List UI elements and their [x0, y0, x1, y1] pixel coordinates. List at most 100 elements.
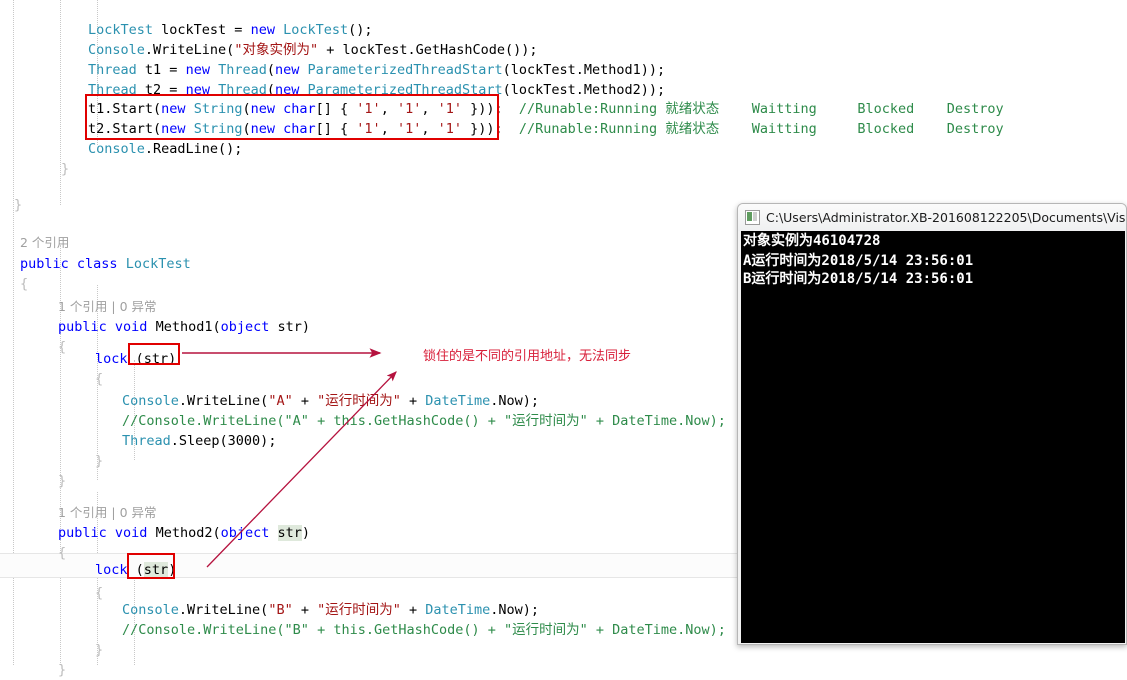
code-token: new — [161, 121, 186, 137]
code-token: void — [114, 525, 148, 541]
code-line[interactable]: } — [95, 451, 103, 471]
code-line[interactable]: Console.WriteLine("B" + "运行时间为" + DateTi… — [122, 600, 539, 620]
console-window[interactable]: C:\Users\Administrator.XB-201608122205\D… — [737, 203, 1127, 645]
code-token: LockTest — [283, 22, 349, 38]
code-token: lock — [95, 562, 128, 578]
code-token: new — [250, 22, 275, 38]
code-line[interactable]: { — [95, 369, 103, 389]
code-line[interactable]: } — [58, 660, 66, 680]
code-token: "运行时间为" — [317, 393, 401, 409]
code-token: + — [292, 393, 318, 409]
code-token: 1 个引用 | 0 异常 — [58, 505, 157, 520]
code-token: .Sleep(3000); — [170, 433, 277, 449]
code-line[interactable]: { — [58, 543, 66, 563]
code-token: Console — [88, 141, 145, 157]
code-token: Thread — [218, 82, 267, 98]
code-line[interactable]: { — [58, 337, 66, 357]
code-line[interactable]: } — [95, 640, 103, 660]
code-token: Thread — [88, 62, 137, 78]
code-token: class — [76, 256, 118, 272]
code-token: new — [161, 101, 186, 117]
code-line[interactable]: Console.WriteLine("对象实例为" + lockTest.Get… — [88, 40, 538, 60]
code-token: DateTime — [425, 602, 491, 618]
code-token: + — [400, 602, 426, 618]
code-token: //Console.WriteLine("A" + this.GetHashCo… — [122, 413, 726, 429]
code-token: Console — [122, 393, 179, 409]
code-line[interactable]: } — [14, 195, 22, 215]
code-line[interactable]: Thread.Sleep(3000); — [122, 431, 276, 451]
code-token: + — [292, 602, 318, 618]
code-token: //Runable:Running 就绪状态 Waitting Blocked … — [518, 121, 1004, 137]
code-token: new — [185, 82, 210, 98]
code-token: [] { — [315, 101, 357, 117]
code-line[interactable]: t1.Start(new String(new char[] { '1', '1… — [88, 99, 1004, 119]
code-token: char — [283, 101, 316, 117]
code-token: '1' — [396, 121, 422, 137]
code-line[interactable]: { — [95, 583, 103, 603]
annotation-label: 锁住的是不同的引用地址，无法同步 — [423, 349, 632, 364]
code-token: new — [275, 62, 300, 78]
code-token: (lockTest.Method2)); — [502, 82, 666, 98]
code-token: (lockTest.Method1)); — [502, 62, 666, 78]
code-line[interactable]: { — [20, 274, 28, 294]
code-token: '1' — [356, 101, 381, 117]
code-token: DateTime — [425, 393, 491, 409]
code-token: new — [185, 62, 210, 78]
code-line[interactable]: //Console.WriteLine("A" + this.GetHashCo… — [122, 411, 726, 431]
code-token: Thread — [122, 433, 171, 449]
code-line[interactable]: 2 个引用 — [20, 233, 69, 253]
code-token: '1' — [356, 121, 381, 137]
code-token: , — [380, 121, 397, 137]
code-token: t2 = — [136, 82, 186, 98]
code-token: (str) — [135, 351, 177, 367]
code-token: 2 个引用 — [20, 235, 70, 250]
code-line[interactable]: lock (str) — [95, 560, 176, 580]
code-token: 1 个引用 | 0 异常 — [58, 299, 157, 314]
code-token: .ReadLine(); — [144, 141, 243, 157]
code-token: //Console.WriteLine("B" + this.GetHashCo… — [122, 622, 726, 638]
console-title-bar[interactable]: C:\Users\Administrator.XB-201608122205\D… — [738, 204, 1126, 231]
code-token: "运行时间为" — [317, 602, 401, 618]
code-line[interactable]: public void Method1(object str) — [58, 317, 310, 337]
console-title-text: C:\Users\Administrator.XB-201608122205\D… — [766, 210, 1126, 225]
code-line[interactable]: 1 个引用 | 0 异常 — [58, 297, 157, 317]
code-line[interactable]: public void Method2(object str) — [58, 523, 310, 543]
code-token: ) — [301, 525, 311, 541]
code-token: { — [58, 339, 67, 355]
code-line[interactable]: } — [61, 159, 69, 179]
code-token: str) — [269, 319, 311, 335]
code-line[interactable]: lock (str) — [95, 349, 176, 369]
code-token: { — [58, 545, 67, 561]
code-token: ( — [242, 121, 251, 137]
code-token: Method2( — [147, 525, 221, 541]
code-token: "对象实例为" — [234, 42, 319, 58]
code-token: t2.Start( — [88, 121, 162, 137]
code-line[interactable]: Console.ReadLine(); — [88, 139, 242, 159]
code-line[interactable]: Thread t2 = new Thread(new Parameterized… — [88, 80, 665, 100]
code-token: })); — [462, 121, 519, 137]
console-output-line: A运行时间为2018/5/14 23:56:01 — [743, 253, 974, 269]
code-line[interactable]: } — [58, 471, 66, 491]
console-output-line: 对象实例为46104728 — [743, 233, 881, 249]
code-line[interactable]: Thread t1 = new Thread(new Parameterized… — [88, 60, 665, 80]
code-line[interactable]: public class LockTest — [20, 254, 191, 274]
code-token: } — [61, 161, 70, 177]
code-line[interactable]: t2.Start(new String(new char[] { '1', '1… — [88, 119, 1004, 139]
code-token: object — [220, 525, 270, 541]
code-token: public — [58, 525, 107, 541]
code-token: Method1( — [147, 319, 221, 335]
code-line[interactable]: //Console.WriteLine("B" + this.GetHashCo… — [122, 620, 726, 640]
code-line[interactable]: LockTest lockTest = new LockTest(); — [88, 20, 373, 40]
code-line[interactable]: 1 个引用 | 0 异常 — [58, 503, 157, 523]
code-token: .Now); — [490, 602, 540, 618]
code-token: (); — [348, 22, 373, 38]
code-line[interactable]: Console.WriteLine("A" + "运行时间为" + DateTi… — [122, 391, 539, 411]
code-token: } — [95, 642, 104, 658]
